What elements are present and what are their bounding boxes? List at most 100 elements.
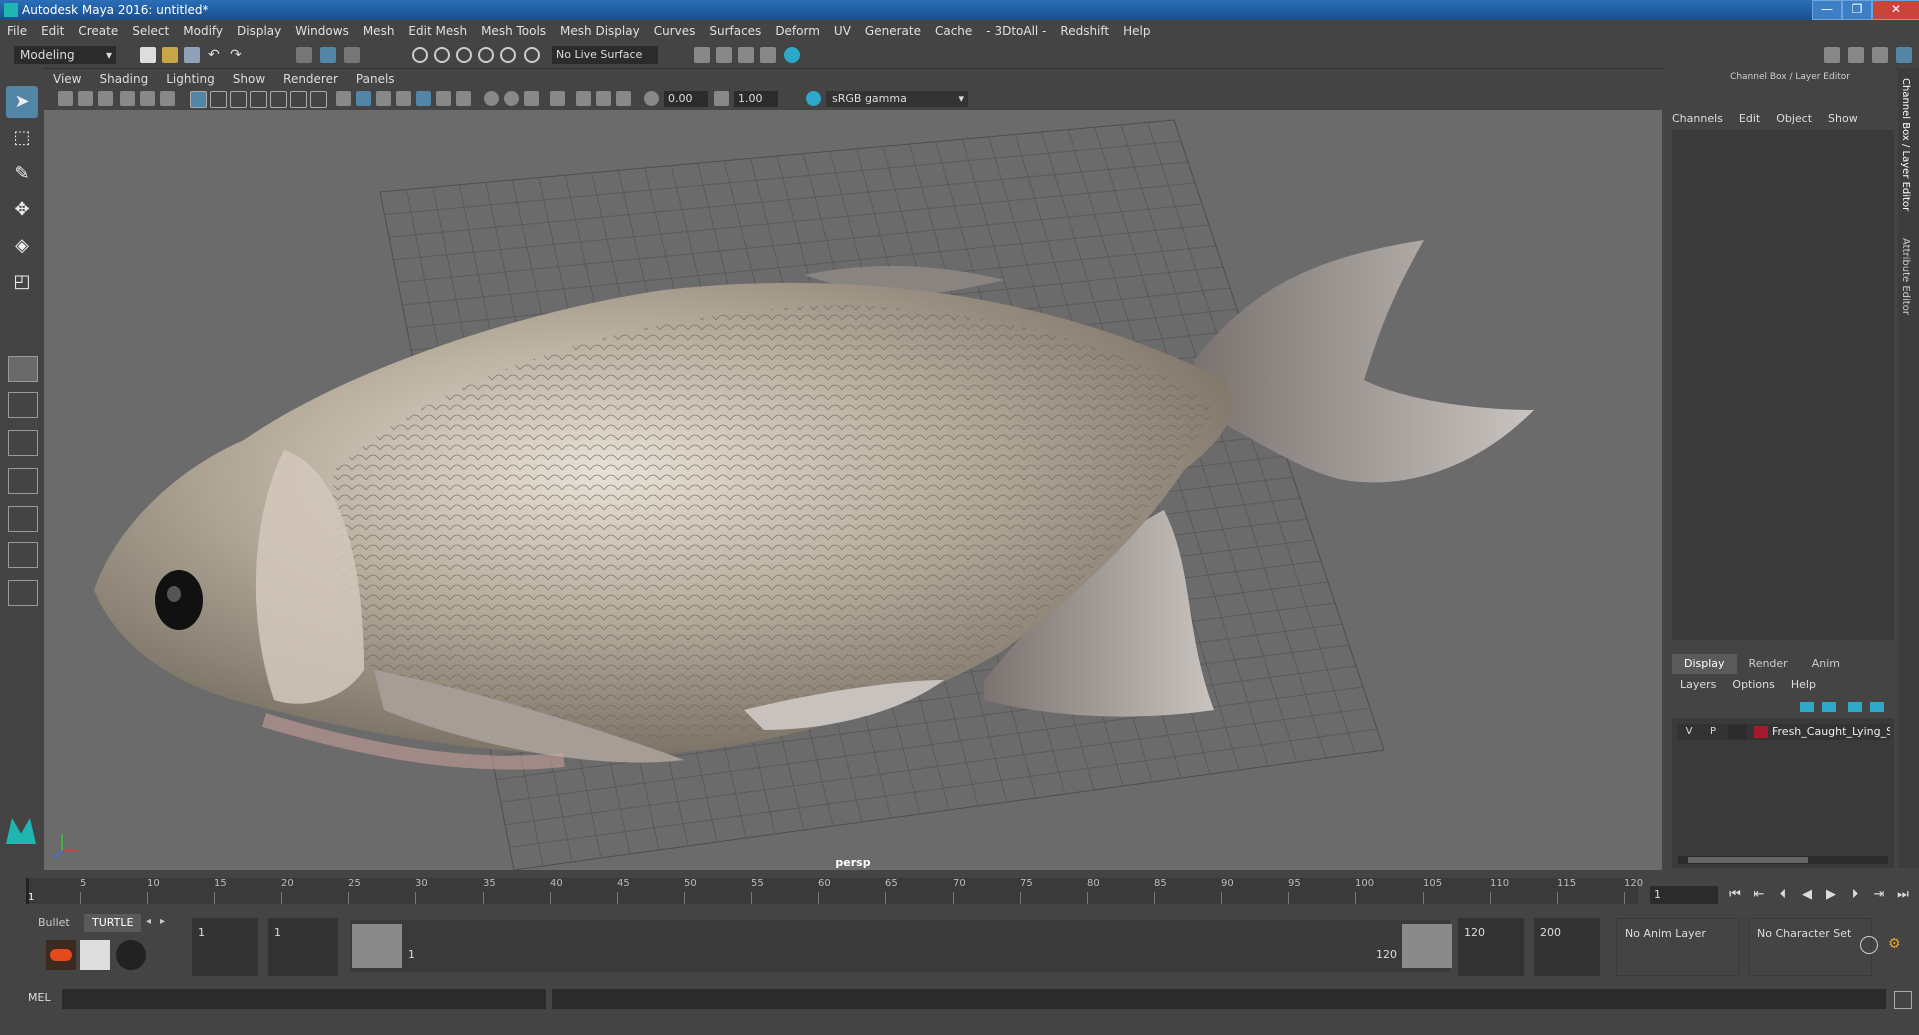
layer-color-swatch[interactable] — [1754, 726, 1768, 738]
side-tab-channel-box[interactable]: Channel Box / Layer Editor — [1900, 78, 1911, 211]
turtle-render-icon[interactable] — [46, 940, 76, 970]
film-gate-icon[interactable] — [210, 91, 227, 108]
field-chart-icon[interactable] — [270, 91, 287, 108]
menu-display[interactable]: Display — [230, 24, 288, 38]
animation-end-field[interactable]: 200 — [1534, 918, 1600, 976]
persp-outliner-layout-icon[interactable] — [8, 430, 38, 456]
attribute-editor-toggle-icon[interactable] — [1848, 47, 1864, 63]
camera-attributes-icon[interactable] — [78, 91, 93, 106]
fish-model[interactable] — [94, 240, 1534, 770]
command-input[interactable] — [62, 989, 546, 1009]
auto-key-icon[interactable] — [1860, 936, 1878, 954]
new-layer-selected-icon[interactable] — [1822, 702, 1836, 712]
panel-menu-lighting[interactable]: Lighting — [157, 72, 224, 86]
cb-menu-edit[interactable]: Edit — [1739, 112, 1760, 125]
menu-windows[interactable]: Windows — [288, 24, 356, 38]
move-layer-down-icon[interactable] — [1870, 702, 1884, 712]
play-back-icon[interactable]: ◀ — [1798, 886, 1816, 904]
layer-playback-toggle[interactable]: P — [1704, 725, 1722, 739]
menu-set-dropdown[interactable]: Modeling ▾ — [14, 46, 116, 64]
menu-mesh-tools[interactable]: Mesh Tools — [474, 24, 553, 38]
step-back-frame-icon[interactable]: ⏴ — [1774, 886, 1792, 904]
gate-mask-icon[interactable] — [250, 91, 267, 108]
go-to-end-icon[interactable]: ⏭ — [1894, 886, 1912, 904]
menu-uv[interactable]: UV — [827, 24, 858, 38]
lasso-tool-button[interactable]: ⬚ — [6, 122, 38, 154]
step-back-key-icon[interactable]: ⇤ — [1750, 886, 1768, 904]
isolate-select-icon[interactable] — [550, 91, 565, 106]
menu-select[interactable]: Select — [125, 24, 176, 38]
menu-curves[interactable]: Curves — [647, 24, 703, 38]
menu-help[interactable]: Help — [1116, 24, 1157, 38]
four-view-layout-icon[interactable] — [8, 392, 38, 418]
wireframe-icon[interactable] — [336, 91, 351, 106]
shelf-tab-bullet[interactable]: Bullet — [30, 914, 78, 932]
playback-end-field[interactable]: 120 — [1458, 918, 1524, 976]
layer-row[interactable]: V P Fresh_Caught_Lying_Silv — [1678, 724, 1890, 740]
shelf-tab-turtle[interactable]: TURTLE — [84, 914, 142, 932]
save-scene-icon[interactable] — [184, 47, 200, 63]
layer-menu-layers[interactable]: Layers — [1680, 678, 1716, 691]
step-forward-key-icon[interactable]: ⇥ — [1870, 886, 1888, 904]
minimize-button[interactable]: — — [1812, 0, 1842, 20]
turtle-sphere-icon[interactable] — [116, 940, 146, 970]
use-all-lights-icon[interactable] — [436, 91, 451, 106]
close-button[interactable]: ✕ — [1872, 0, 1919, 20]
exposure-icon[interactable] — [644, 91, 659, 106]
paint-select-tool-button[interactable]: ✎ — [6, 158, 38, 190]
screen-space-ao-icon[interactable] — [484, 91, 499, 106]
2d-pan-zoom-icon[interactable] — [140, 91, 155, 106]
render-view-icon[interactable] — [716, 47, 732, 63]
tab-anim[interactable]: Anim — [1800, 654, 1852, 674]
xray-icon[interactable] — [576, 91, 591, 106]
undo-icon[interactable]: ↶ — [208, 47, 224, 63]
resolution-gate-icon[interactable] — [230, 91, 247, 108]
layer-menu-help[interactable]: Help — [1791, 678, 1816, 691]
color-management-icon[interactable] — [806, 91, 821, 106]
step-forward-frame-icon[interactable]: ⏵ — [1846, 886, 1864, 904]
safe-action-icon[interactable] — [290, 91, 307, 108]
menu-deform[interactable]: Deform — [768, 24, 827, 38]
menu-mesh[interactable]: Mesh — [356, 24, 402, 38]
perspective-viewport[interactable]: persp — [44, 110, 1662, 870]
select-hierarchy-icon[interactable] — [296, 47, 312, 63]
gamma-field[interactable]: 1.00 — [734, 91, 778, 107]
layer-visibility-toggle[interactable]: V — [1680, 725, 1698, 739]
time-ruler[interactable]: 1 5 10 15 20 25 30 35 40 45 50 55 60 65 70 75 80 85 90 95 1… — [26, 878, 1643, 904]
menu-3dtoall[interactable]: - 3DtoAll - — [979, 24, 1053, 38]
menu-edit[interactable]: Edit — [34, 24, 71, 38]
hypershade-icon[interactable] — [784, 47, 800, 63]
layer-display-type[interactable] — [1728, 725, 1746, 739]
playback-start-field[interactable]: 1 — [268, 918, 338, 976]
open-scene-icon[interactable] — [162, 47, 178, 63]
render-settings-icon[interactable] — [694, 47, 710, 63]
extra-layout-icon[interactable] — [8, 580, 38, 606]
maximize-button[interactable]: ❐ — [1842, 0, 1872, 20]
menu-edit-mesh[interactable]: Edit Mesh — [401, 24, 474, 38]
image-plane-icon[interactable] — [120, 91, 135, 106]
range-bar[interactable]: 1 120 — [350, 920, 1452, 972]
go-to-start-icon[interactable]: ⏮ — [1726, 886, 1744, 904]
menu-modify[interactable]: Modify — [176, 24, 230, 38]
tool-settings-toggle-icon[interactable] — [1872, 47, 1888, 63]
multisample-aa-icon[interactable] — [524, 91, 539, 106]
play-forward-icon[interactable]: ▶ — [1822, 886, 1840, 904]
range-end-handle[interactable] — [1402, 924, 1452, 968]
textured-icon[interactable] — [416, 91, 431, 106]
camera-select-icon[interactable] — [58, 91, 73, 106]
channel-box-area[interactable] — [1672, 130, 1894, 640]
shelf-prev-icon[interactable]: ◂ — [146, 916, 151, 927]
new-layer-icon[interactable] — [1800, 702, 1814, 712]
scale-tool-button[interactable]: ◰ — [6, 266, 38, 298]
grid-toggle-icon[interactable] — [190, 91, 207, 108]
snap-surface-icon[interactable] — [500, 47, 516, 63]
side-tab-attribute-editor[interactable]: Attribute Editor — [1900, 238, 1911, 315]
snap-grid-icon[interactable] — [412, 47, 428, 63]
menu-cache[interactable]: Cache — [928, 24, 979, 38]
menu-surfaces[interactable]: Surfaces — [702, 24, 768, 38]
menu-generate[interactable]: Generate — [858, 24, 928, 38]
live-surface-field[interactable]: No Live Surface — [552, 46, 658, 64]
menu-create[interactable]: Create — [71, 24, 125, 38]
snap-plane-icon[interactable] — [478, 47, 494, 63]
panel-menu-renderer[interactable]: Renderer — [274, 72, 347, 86]
